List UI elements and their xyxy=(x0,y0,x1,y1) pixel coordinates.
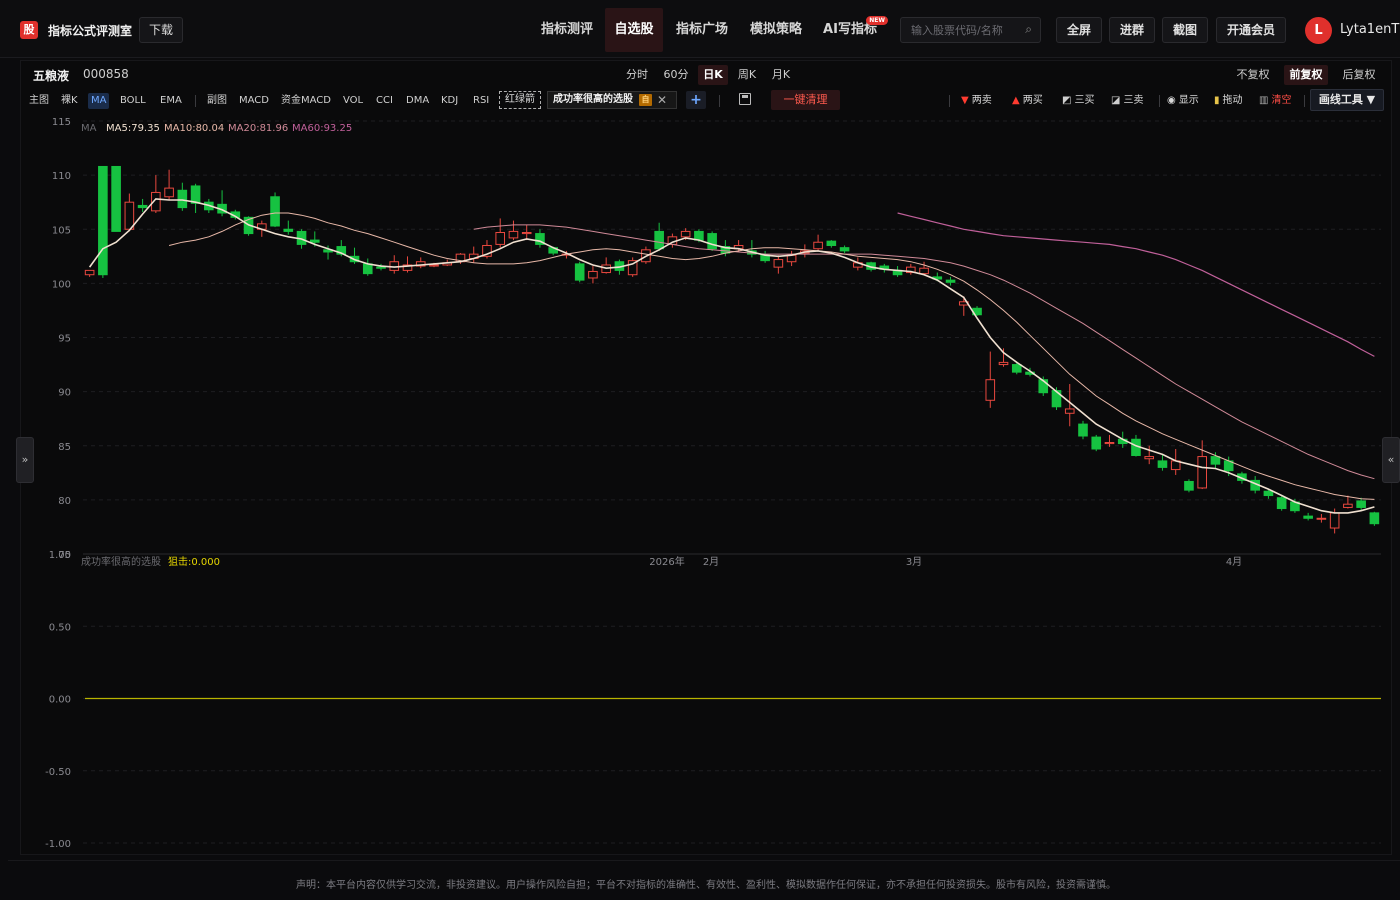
candle-body xyxy=(1144,456,1155,460)
top-bar: 股 指标公式评测室 下载 指标测评 自选股 指标广场 模拟策略 AI写指标 NE… xyxy=(0,0,1400,58)
candle-body xyxy=(137,204,148,209)
x-axis-label: 2026年 xyxy=(649,555,684,568)
x-axis-label: 2月 xyxy=(703,556,719,568)
candle-body xyxy=(1078,423,1088,437)
candle-body xyxy=(694,230,704,241)
join-group-button[interactable]: 进群 xyxy=(1109,17,1155,43)
sub-y-tick-label: 1.00 xyxy=(49,550,71,561)
candle-body xyxy=(588,270,598,279)
user-name[interactable]: Lyta1enT xyxy=(1340,22,1399,37)
fullscreen-button[interactable]: 全屏 xyxy=(1056,17,1102,43)
vip-button[interactable]: 开通会员 xyxy=(1216,17,1286,43)
left-collapse-icon[interactable]: » xyxy=(16,437,34,483)
nav-sim-strategy[interactable]: 模拟策略 xyxy=(743,8,809,52)
y-tick-label: 115 xyxy=(52,117,71,128)
candle-body xyxy=(945,279,956,283)
sub-y-tick-label: -1.00 xyxy=(45,839,71,850)
sub-y-tick-label: 0.50 xyxy=(49,622,71,633)
candle-body xyxy=(98,165,108,276)
nav-indicator-plaza[interactable]: 指标广场 xyxy=(669,8,735,52)
candle-body xyxy=(429,264,439,267)
candle-body xyxy=(1210,456,1221,465)
kline-chart[interactable]: 11511010510095908580751.000.500.00-0.50-… xyxy=(21,61,1391,854)
new-badge: NEW xyxy=(866,16,888,25)
candle-body xyxy=(177,189,188,209)
candle-body xyxy=(111,165,121,232)
candle-body xyxy=(1316,517,1327,520)
candle-body xyxy=(376,266,386,269)
candle-body xyxy=(124,201,135,230)
candle-body xyxy=(1091,436,1102,450)
footer-disclaimer: 声明：本平台内容仅供学习交流，非投资建议。用户操作风险自担；平台不对指标的准确性… xyxy=(296,880,1116,891)
y-tick-label: 105 xyxy=(52,225,71,236)
candle-body xyxy=(1303,515,1313,519)
stock-search[interactable]: ⌕ xyxy=(900,17,1041,43)
candle-body xyxy=(707,233,717,250)
candle-body xyxy=(270,196,280,227)
search-icon[interactable]: ⌕ xyxy=(1025,22,1032,37)
candle-body xyxy=(1263,490,1274,497)
candle-body xyxy=(1329,512,1340,529)
candle-body xyxy=(283,228,294,232)
y-tick-label: 95 xyxy=(58,334,71,345)
x-axis-label: 4月 xyxy=(1226,556,1242,568)
nav-watchlist[interactable]: 自选股 xyxy=(605,8,663,52)
candle-body xyxy=(362,263,373,275)
candle-body xyxy=(919,267,929,275)
candle-body xyxy=(1104,442,1115,445)
candle-body xyxy=(164,187,174,198)
candle-body xyxy=(1184,480,1194,491)
nav-ai-indicator[interactable]: AI写指标 NEW xyxy=(818,8,888,52)
download-button[interactable]: 下载 xyxy=(139,17,183,43)
y-tick-label: 80 xyxy=(58,496,71,507)
candle-body xyxy=(839,247,850,252)
ma5-line xyxy=(88,198,1375,514)
stock-search-input[interactable] xyxy=(911,22,1016,38)
candle-body xyxy=(1051,390,1062,408)
user-avatar[interactable]: L xyxy=(1305,17,1332,44)
candle-body xyxy=(574,263,585,281)
y-tick-label: 90 xyxy=(58,388,71,399)
candle-body xyxy=(1197,456,1207,489)
candle-body xyxy=(1343,503,1353,508)
candle-body xyxy=(495,231,506,245)
candle-body xyxy=(1356,500,1366,508)
candle-body xyxy=(1276,497,1287,510)
candle-body xyxy=(998,361,1009,366)
x-axis-label: 3月 xyxy=(906,556,922,568)
app-title[interactable]: 指标公式评测室 xyxy=(48,22,132,39)
candle-body xyxy=(1064,408,1075,414)
right-expand-icon[interactable]: « xyxy=(1382,437,1400,483)
candle-body xyxy=(985,379,996,401)
candle-body xyxy=(654,230,664,250)
candle-body xyxy=(1369,512,1380,525)
app-logo-icon[interactable]: 股 xyxy=(20,21,38,39)
candle-body xyxy=(680,230,691,238)
candle-body xyxy=(84,269,95,276)
candle-body xyxy=(1011,364,1022,373)
chart-panel: 五粮液 000858 分时 60分 日K 周K 月K 不复权 前复权 后复权 主… xyxy=(20,60,1392,855)
sub-y-tick-label: -0.50 xyxy=(45,767,71,778)
y-tick-label: 100 xyxy=(52,279,71,290)
candle-body xyxy=(190,185,201,204)
candle-body xyxy=(813,241,823,250)
candle-body xyxy=(389,261,400,271)
nav-indicator-review[interactable]: 指标测评 xyxy=(535,8,599,52)
screenshot-button[interactable]: 截图 xyxy=(1162,17,1208,43)
y-tick-label: 110 xyxy=(52,171,71,182)
footer-divider xyxy=(8,860,1400,861)
sub-y-tick-label: 0.00 xyxy=(49,695,71,706)
candle-body xyxy=(826,240,837,246)
y-tick-label: 85 xyxy=(58,442,71,453)
candle-body xyxy=(521,231,532,235)
candle-body xyxy=(309,239,320,243)
candle-body xyxy=(773,259,784,268)
candle-body xyxy=(508,230,519,239)
candle-body xyxy=(1157,460,1168,468)
